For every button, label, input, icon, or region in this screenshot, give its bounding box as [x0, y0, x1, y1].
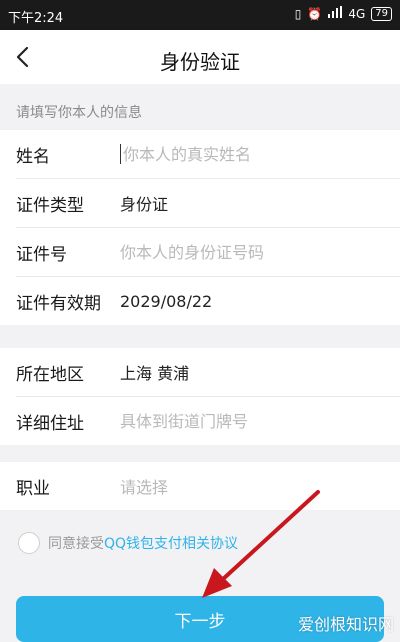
network-type: 4G — [348, 6, 366, 21]
id-expiry-label: 证件有效期 — [16, 293, 101, 314]
personal-info-group: 姓名 证件类型 身份证 证件号 证件有效期 2029/08/22 — [0, 130, 400, 325]
alarm-icon: ⏰ — [307, 6, 323, 21]
nav-bar: 身份验证 — [0, 30, 400, 84]
signal-icon — [328, 6, 343, 21]
address-input[interactable] — [120, 411, 370, 431]
id-number-input[interactable] — [120, 242, 370, 262]
text-cursor — [120, 144, 121, 164]
watermark: 爱创根知识网 — [297, 615, 394, 634]
agree-checkbox[interactable] — [18, 532, 40, 554]
status-icons: ▯ ⏰ 4G 79 — [295, 6, 392, 21]
occupation-row[interactable]: 职业 请选择 — [16, 462, 400, 510]
agreement-prefix: 同意接受 — [48, 536, 104, 552]
id-expiry-row[interactable]: 证件有效期 2029/08/22 — [16, 277, 400, 325]
vibrate-icon: ▯ — [294, 6, 302, 21]
battery-icon: 79 — [371, 6, 392, 21]
address-label: 详细住址 — [16, 413, 84, 434]
name-input[interactable] — [123, 144, 373, 164]
page-title: 身份验证 — [160, 50, 240, 74]
occupation-placeholder: 请选择 — [120, 478, 169, 497]
status-time: 下午2:24 — [8, 11, 64, 26]
id-type-value: 身份证 — [120, 195, 169, 214]
agreement-row: 同意接受 QQ钱包支付相关协议 — [18, 532, 238, 554]
name-label: 姓名 — [16, 146, 50, 167]
id-type-row[interactable]: 证件类型 身份证 — [16, 179, 400, 228]
id-expiry-value: 2029/08/22 — [120, 291, 213, 311]
name-row: 姓名 — [16, 130, 400, 179]
region-value: 上海 黄浦 — [120, 364, 190, 383]
address-group: 所在地区 上海 黄浦 详细住址 — [0, 348, 400, 445]
status-bar: 下午2:24 ▯ ⏰ 4G 79 — [0, 0, 400, 30]
address-row: 详细住址 — [16, 397, 400, 445]
occupation-group: 职业 请选择 — [0, 462, 400, 510]
occupation-label: 职业 — [16, 478, 50, 499]
id-type-label: 证件类型 — [16, 195, 84, 216]
id-number-label: 证件号 — [16, 244, 67, 265]
region-row[interactable]: 所在地区 上海 黄浦 — [16, 348, 400, 397]
section-hint: 请填写你本人的信息 — [16, 105, 142, 121]
region-label: 所在地区 — [16, 364, 84, 385]
id-number-row: 证件号 — [16, 228, 400, 277]
agreement-link[interactable]: QQ钱包支付相关协议 — [104, 533, 238, 553]
